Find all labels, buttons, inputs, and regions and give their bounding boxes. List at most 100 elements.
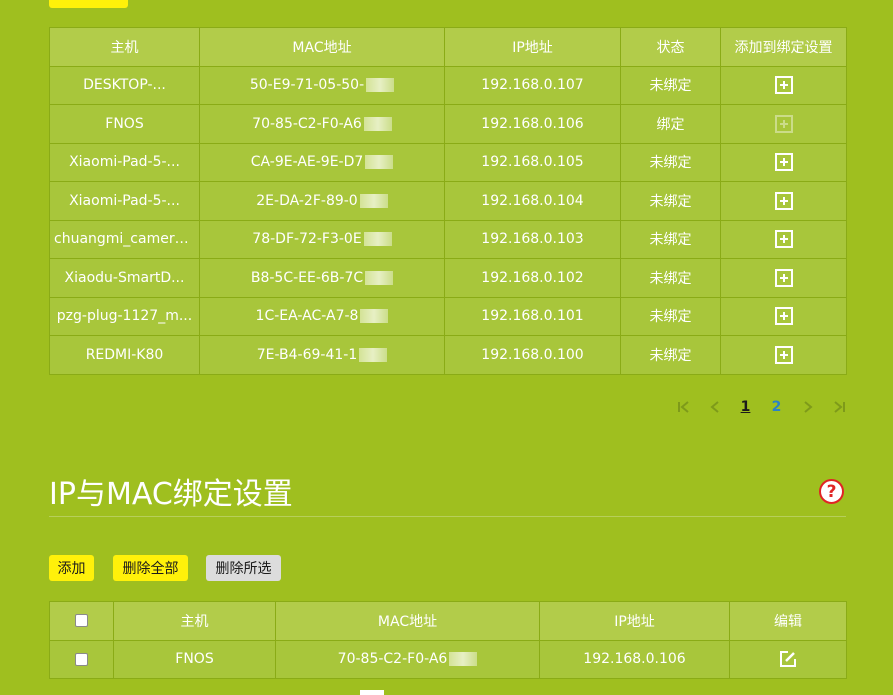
mac-text: 2E-DA-2F-89-0 <box>256 192 358 209</box>
row-checkbox-cell <box>49 639 114 679</box>
plus-square-icon[interactable] <box>774 345 793 364</box>
ip-cell: 192.168.0.106 <box>539 639 730 679</box>
ip-cell: 192.168.0.105 <box>444 142 621 182</box>
ip-cell: 192.168.0.103 <box>444 219 621 259</box>
last-page-icon[interactable] <box>823 396 854 418</box>
section-divider <box>49 516 846 517</box>
binding-header-ip: IP地址 <box>539 601 730 641</box>
row-checkbox[interactable] <box>75 652 88 666</box>
add-binding-cell <box>720 296 847 336</box>
status-cell: 未绑定 <box>620 296 721 336</box>
select-all-checkbox[interactable] <box>75 614 88 628</box>
edit-icon[interactable] <box>778 649 798 669</box>
binding-header-edit: 编辑 <box>729 601 847 641</box>
pagination: 1 2 <box>668 396 854 418</box>
header-status: 状态 <box>620 27 721 67</box>
delete-all-button[interactable]: 删除全部 <box>113 555 188 581</box>
mac-redaction <box>449 652 478 667</box>
mac-redaction <box>359 347 388 362</box>
mac-text: B8-5C-EE-6B-7C <box>250 269 364 286</box>
client-list-table: 主机 MAC地址 IP地址 状态 添加到绑定设置 DESKTOP-... 50-E… <box>49 27 847 375</box>
binding-header-host: 主机 <box>113 601 276 641</box>
page-2-link[interactable]: 2 <box>761 396 792 418</box>
plus-square-icon[interactable] <box>774 153 793 172</box>
page-1-link[interactable]: 1 <box>730 396 761 418</box>
binding-table: 主机 MAC地址 IP地址 编辑 FNOS 70-85-C2-F0-A6 192.1… <box>49 601 847 679</box>
plus-square-icon[interactable] <box>774 230 793 249</box>
mac-text: 7E-B4-69-41-1 <box>256 346 358 363</box>
mac-text: 78-DF-72-F3-0E <box>252 231 362 248</box>
plus-square-icon[interactable] <box>774 268 793 287</box>
mac-redaction <box>366 78 395 93</box>
add-button[interactable]: 添加 <box>49 555 94 581</box>
header-ip: IP地址 <box>444 27 621 67</box>
ip-cell: 192.168.0.104 <box>444 181 621 221</box>
status-cell: 未绑定 <box>620 258 721 298</box>
status-cell: 未绑定 <box>620 65 721 105</box>
plus-square-icon <box>774 114 793 133</box>
mac-cell: 70-85-C2-F0-A6 <box>199 104 445 144</box>
ip-cell: 192.168.0.107 <box>444 65 621 105</box>
ip-cell: 192.168.0.106 <box>444 104 621 144</box>
mac-cell: B8-5C-EE-6B-7C <box>199 258 445 298</box>
bottom-edge-element <box>360 690 384 695</box>
header-mac: MAC地址 <box>199 27 445 67</box>
ip-cell: 192.168.0.102 <box>444 258 621 298</box>
ip-cell: 192.168.0.100 <box>444 335 621 375</box>
ip-cell: 192.168.0.101 <box>444 296 621 336</box>
table-row: pzg-plug-1127_m... 1C-EA-AC-A7-8 192.168.0… <box>49 296 847 336</box>
plus-square-icon[interactable] <box>774 76 793 95</box>
host-cell: Xiaomi-Pad-5-... <box>49 142 200 182</box>
select-all-checkbox-cell <box>49 601 114 641</box>
mac-redaction <box>363 232 392 247</box>
add-binding-cell <box>720 335 847 375</box>
mac-text: 1C-EA-AC-A7-8 <box>255 308 359 325</box>
binding-header-mac: MAC地址 <box>275 601 540 641</box>
mac-redaction <box>365 270 394 285</box>
mac-redaction <box>365 155 394 170</box>
plus-square-icon[interactable] <box>774 307 793 326</box>
prev-page-icon[interactable] <box>699 396 730 418</box>
mac-cell: 50-E9-71-05-50- <box>199 65 445 105</box>
status-cell: 未绑定 <box>620 142 721 182</box>
mac-cell: 2E-DA-2F-89-0 <box>199 181 445 221</box>
mac-cell: 78-DF-72-F3-0E <box>199 219 445 259</box>
status-cell: 未绑定 <box>620 181 721 221</box>
table-row: FNOS 70-85-C2-F0-A6 192.168.0.106 绑定 <box>49 104 847 144</box>
add-binding-cell <box>720 104 847 144</box>
table-row: chuangmi_camera... 78-DF-72-F3-0E 192.168.… <box>49 219 847 259</box>
help-icon[interactable]: ? <box>819 479 844 504</box>
table-row: DESKTOP-... 50-E9-71-05-50- 192.168.0.107 未… <box>49 65 847 105</box>
host-cell: chuangmi_camera... <box>49 219 200 259</box>
mac-cell: 7E-B4-69-41-1 <box>199 335 445 375</box>
header-host: 主机 <box>49 27 200 67</box>
table-row: REDMI-K80 7E-B4-69-41-1 192.168.0.100 未绑定 <box>49 335 847 375</box>
mac-text: 70-85-C2-F0-A6 <box>337 651 448 668</box>
delete-selected-button[interactable]: 删除所选 <box>206 555 281 581</box>
edit-cell <box>729 639 847 679</box>
table-row: Xiaomi-Pad-5-... CA-9E-AE-9E-D7 192.168.0.… <box>49 142 847 182</box>
section-title: IP与MAC绑定设置 <box>49 477 293 512</box>
add-binding-cell <box>720 258 847 298</box>
mac-cell: CA-9E-AE-9E-D7 <box>199 142 445 182</box>
add-binding-cell <box>720 65 847 105</box>
host-cell: pzg-plug-1127_m... <box>49 296 200 336</box>
table-row: Xiaomi-Pad-5-... 2E-DA-2F-89-0 192.168.0.1… <box>49 181 847 221</box>
top-button-partial[interactable] <box>49 0 128 8</box>
plus-square-icon[interactable] <box>774 191 793 210</box>
table-row: FNOS 70-85-C2-F0-A6 192.168.0.106 <box>49 639 847 679</box>
mac-text: 50-E9-71-05-50- <box>249 77 365 94</box>
binding-header-row: 主机 MAC地址 IP地址 编辑 <box>49 601 847 641</box>
add-binding-cell <box>720 219 847 259</box>
host-cell: FNOS <box>113 639 276 679</box>
add-binding-cell <box>720 142 847 182</box>
status-cell: 绑定 <box>620 104 721 144</box>
mac-cell: 70-85-C2-F0-A6 <box>275 639 540 679</box>
first-page-icon[interactable] <box>668 396 699 418</box>
host-cell: FNOS <box>49 104 200 144</box>
next-page-icon[interactable] <box>792 396 823 418</box>
status-cell: 未绑定 <box>620 219 721 259</box>
mac-text: CA-9E-AE-9E-D7 <box>250 154 364 171</box>
mac-redaction <box>363 116 392 131</box>
mac-redaction <box>360 309 389 324</box>
